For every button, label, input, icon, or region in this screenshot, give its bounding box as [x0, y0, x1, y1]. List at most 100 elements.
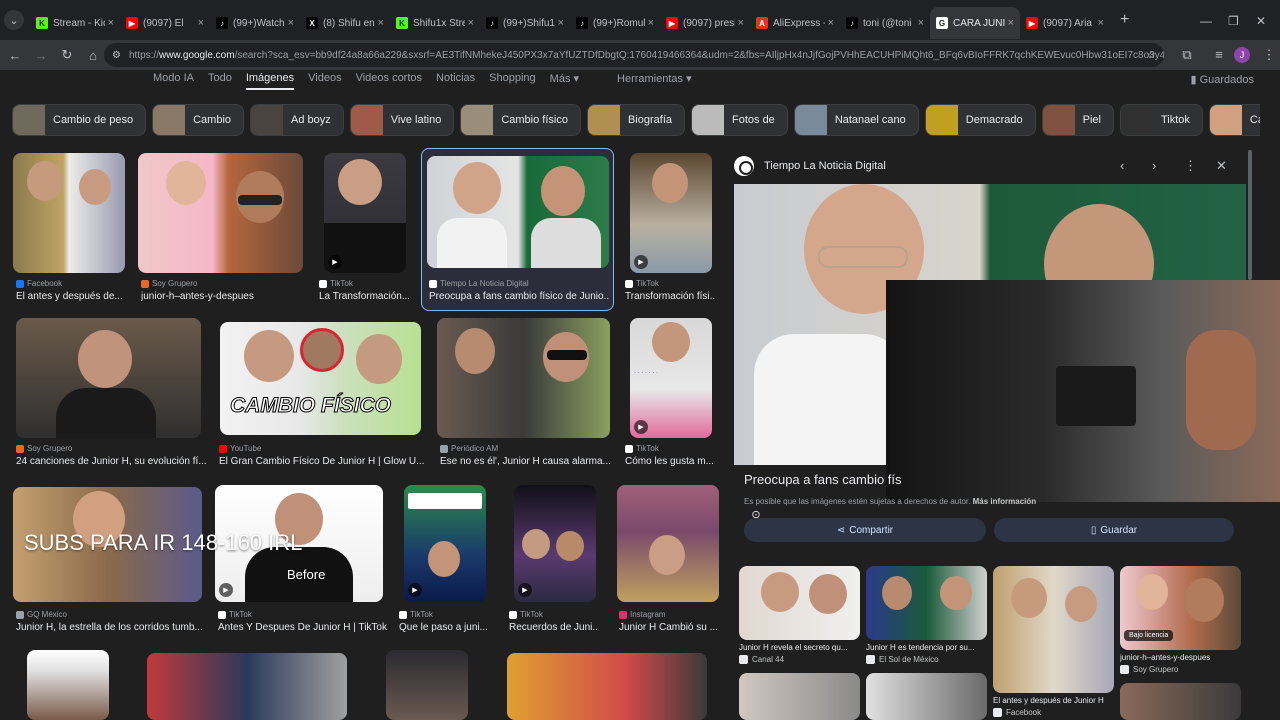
close-tab-icon[interactable]: × [558, 17, 564, 29]
result-image-18[interactable] [507, 653, 707, 720]
close-tab-icon[interactable]: × [918, 17, 924, 29]
close-tab-icon[interactable]: × [468, 17, 474, 29]
search-tab-4[interactable]: Videos cortos [356, 72, 422, 90]
result-image-2[interactable] [138, 153, 303, 273]
profile-avatar[interactable]: J [1234, 47, 1250, 63]
close-preview-button[interactable]: ✕ [1216, 158, 1227, 174]
result-image-7[interactable]: CAMBIO FÍSICO [220, 322, 421, 435]
result-title-2[interactable]: junior-h–antes-y-despues [141, 291, 306, 302]
result-image-4[interactable] [427, 156, 609, 268]
close-tab-icon[interactable]: × [648, 17, 654, 29]
address-bar[interactable]: ⚙ https://www.google.com/search?sca_esv=… [104, 43, 1164, 67]
browser-tab[interactable]: ▶ (9097) Aria × [1020, 7, 1110, 39]
result-title-5[interactable]: Transformación físi... [625, 291, 715, 302]
close-tab-icon[interactable]: × [108, 17, 114, 29]
lens-search-icon[interactable]: ⊙ [745, 503, 767, 525]
browser-tab[interactable]: X (8) Shifu en × [300, 7, 390, 39]
search-tab-3[interactable]: Videos [308, 72, 341, 90]
result-title-3[interactable]: La Transformación... [319, 291, 409, 302]
more-options-button[interactable]: ⋮ [1184, 158, 1197, 174]
result-image-9[interactable]: · · · · · · · ▶ [630, 318, 712, 438]
result-title-1[interactable]: El antes y después de... [16, 291, 126, 302]
result-title-12[interactable]: Que le paso a juni... [399, 622, 489, 633]
browser-menu-icon[interactable]: ⋮ [1258, 47, 1280, 63]
result-image-12[interactable]: ▶ [404, 485, 486, 602]
search-tab-8[interactable]: Herramientas ▾ [617, 72, 692, 90]
related-image-4[interactable]: Bajo licencia [1120, 566, 1241, 650]
result-title-4[interactable]: Preocupa a fans cambio físico de Junio..… [429, 291, 609, 302]
search-tab-2[interactable]: Imágenes [245, 72, 295, 90]
search-chip[interactable]: Ad boyz [250, 104, 344, 136]
search-tab-7[interactable]: Más ▾ [550, 72, 579, 90]
result-image-15[interactable] [27, 650, 109, 720]
search-chip[interactable]: Demacrado [924, 104, 1036, 136]
close-tab-icon[interactable]: × [828, 17, 834, 29]
new-tab-button[interactable]: + [1120, 11, 1129, 29]
search-chip[interactable]: Cambio de peso [12, 104, 147, 136]
close-tab-icon[interactable]: × [1098, 17, 1104, 29]
bookmark-star-icon[interactable]: ☆ [1147, 50, 1156, 61]
browser-tab[interactable]: K Shifu1x Stre × [390, 7, 480, 39]
browser-tab[interactable]: ♪ (99+)Shifu1 × [480, 7, 570, 39]
result-image-5[interactable]: ▶ [630, 153, 712, 273]
browser-tab[interactable]: ♪ (99+)Romul × [570, 7, 660, 39]
related-image-2[interactable] [866, 566, 987, 640]
related-title-4[interactable]: junior-h–antes-y-despues [1120, 653, 1241, 662]
search-chip[interactable]: Biografía [586, 104, 685, 136]
close-tab-icon[interactable]: × [738, 17, 744, 29]
related-image-6[interactable] [866, 673, 987, 720]
preview-scrollbar[interactable] [1248, 150, 1252, 280]
maximize-button[interactable]: ❐ [1228, 14, 1239, 28]
search-tab-6[interactable]: Shopping [489, 72, 536, 90]
result-image-6[interactable] [16, 318, 201, 438]
related-title-3[interactable]: El antes y después de Junior H [993, 696, 1114, 705]
result-image-3[interactable]: ▶ [324, 153, 406, 273]
minimize-button[interactable]: — [1200, 14, 1212, 28]
result-image-16[interactable] [147, 653, 347, 720]
search-tab-0[interactable]: Modo IA [153, 72, 194, 90]
browser-tab[interactable]: ▶ (9097) El × [120, 7, 210, 39]
tab-search-icon[interactable]: ⌄ [4, 10, 24, 30]
saved-link[interactable]: ▮ Guardados [1190, 73, 1254, 86]
related-title-1[interactable]: Junior H revela el secreto qu... [739, 643, 860, 652]
next-image-button[interactable]: › [1152, 158, 1156, 173]
close-tab-icon[interactable]: × [198, 17, 204, 29]
related-image-5[interactable] [739, 673, 860, 720]
search-tab-5[interactable]: Noticias [436, 72, 475, 90]
extensions-icon[interactable]: ⧉ [1176, 47, 1198, 63]
result-image-14[interactable] [617, 485, 719, 602]
search-chip[interactable]: Vive latino [349, 104, 455, 136]
preview-source[interactable]: Tiempo La Noticia Digital [764, 160, 886, 172]
back-icon[interactable]: ← [4, 48, 26, 63]
result-image-13[interactable]: ▶ [514, 485, 596, 602]
forward-icon[interactable]: → [30, 48, 52, 63]
search-chip[interactable]: Natanael cano [793, 104, 919, 136]
home-icon[interactable]: ⌂ [82, 48, 104, 63]
result-title-11[interactable]: Antes Y Despues De Junior H | TikTok [218, 622, 388, 633]
result-title-8[interactable]: Ese no es él', Junior H causa alarma... [440, 456, 610, 467]
related-image-3[interactable] [993, 566, 1114, 693]
search-chip[interactable]: Cambio físico [460, 104, 581, 136]
close-tab-icon[interactable]: × [378, 17, 384, 29]
site-info-icon[interactable]: ⚙ [112, 50, 121, 61]
result-title-9[interactable]: Cómo les gusta m... [625, 456, 715, 467]
browser-tab[interactable]: ♪ (99+)Watch × [210, 7, 300, 39]
search-tab-1[interactable]: Todo [208, 72, 232, 90]
search-chip[interactable]: Fotos de [691, 104, 788, 136]
browser-tab[interactable]: G CARA JUNI × [930, 7, 1020, 39]
search-chip[interactable]: Cambio [152, 104, 245, 136]
result-title-7[interactable]: El Gran Cambio Físico De Junior H | Glow… [219, 456, 424, 467]
related-image-7[interactable] [1120, 683, 1241, 720]
result-image-8[interactable] [437, 318, 610, 438]
search-chip[interactable]: Cantante [1208, 104, 1260, 136]
reload-icon[interactable]: ↻ [56, 47, 78, 63]
result-title-14[interactable]: Junior H Cambió su ... [619, 622, 719, 633]
close-window-button[interactable]: ✕ [1256, 14, 1266, 28]
browser-tab[interactable]: ♪ toni (@toni × [840, 7, 930, 39]
previous-image-button[interactable]: ‹ [1120, 158, 1124, 173]
result-image-1[interactable] [13, 153, 125, 273]
browser-tab[interactable]: K Stream - Kic × [30, 7, 120, 39]
search-chip[interactable]: Tiktok [1119, 104, 1203, 136]
license-badge[interactable]: Bajo licencia [1124, 630, 1174, 641]
close-tab-icon[interactable]: × [1008, 17, 1014, 29]
